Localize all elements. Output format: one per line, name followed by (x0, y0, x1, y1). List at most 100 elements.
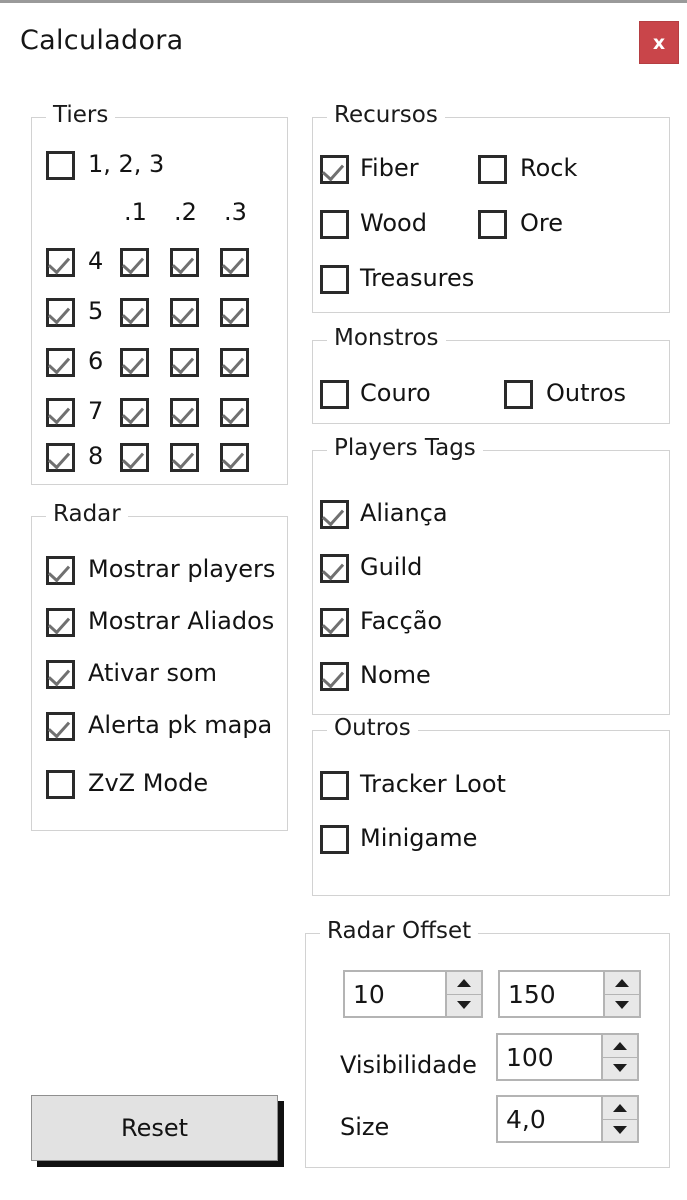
tier-5-sub-1-checkbox[interactable] (120, 298, 149, 327)
radar-offset-y-decrement-button[interactable] (605, 995, 639, 1017)
tier-4-sub-1-checkbox[interactable] (120, 248, 149, 277)
reset-button[interactable]: Reset (31, 1095, 278, 1161)
outros-tracker-loot-checkbox[interactable] (320, 771, 349, 800)
chevron-down-icon (613, 1064, 627, 1073)
recursos-fiber-label: Fiber (360, 154, 419, 182)
chevron-up-icon (613, 1103, 627, 1112)
recursos-rock-label: Rock (520, 154, 578, 182)
visibilidade-value[interactable]: 100 (498, 1035, 601, 1079)
tier-7-sub-2-checkbox[interactable] (170, 398, 199, 427)
tier-4-sub-3-checkbox[interactable] (220, 248, 249, 277)
size-increment-button[interactable] (603, 1097, 637, 1120)
radar-offset-x-increment-button[interactable] (447, 972, 481, 995)
radar-alerta-pk-mapa-label: Alerta pk mapa (88, 711, 273, 739)
tier-6-sub-3-checkbox[interactable] (220, 348, 249, 377)
size-value[interactable]: 4,0 (498, 1097, 601, 1141)
chevron-down-icon (615, 1001, 629, 1010)
tier-5-label: 5 (88, 297, 104, 325)
tier-4-label: 4 (88, 247, 104, 275)
chevron-up-icon (457, 978, 471, 987)
recursos-wood-checkbox[interactable] (320, 210, 349, 239)
recursos-ore-checkbox[interactable] (478, 210, 507, 239)
tier-8-sub-3-checkbox[interactable] (220, 443, 249, 472)
tier-6-sub-2-checkbox[interactable] (170, 348, 199, 377)
monstros-outros-checkbox[interactable] (504, 380, 533, 409)
radar-offset-x-spinner[interactable]: 10 (343, 970, 483, 1018)
tier-7-sub-1-checkbox[interactable] (120, 398, 149, 427)
chevron-up-icon (615, 978, 629, 987)
tier-8-sub-1-checkbox[interactable] (120, 443, 149, 472)
monstros-couro-label: Couro (360, 379, 431, 407)
players-tags-alianca-label: Aliança (360, 499, 448, 527)
players-tags-nome-label: Nome (360, 661, 431, 689)
visibilidade-spinner[interactable]: 100 (496, 1033, 639, 1081)
visibilidade-decrement-button[interactable] (603, 1058, 637, 1080)
players-tags-faccao-checkbox[interactable] (320, 608, 349, 637)
outros-group: Outros (312, 715, 670, 896)
radar-ativar-som-checkbox[interactable] (46, 660, 75, 689)
chevron-down-icon (613, 1126, 627, 1135)
tier-7-sub-3-checkbox[interactable] (220, 398, 249, 427)
radar-alerta-pk-mapa-checkbox[interactable] (46, 712, 75, 741)
monstros-outros-label: Outros (546, 379, 627, 407)
size-stepper[interactable] (601, 1097, 637, 1141)
title-bar: Calculadora x (0, 3, 687, 81)
tier-6-sub-1-checkbox[interactable] (120, 348, 149, 377)
radar-zvz-mode-label: ZvZ Mode (88, 769, 209, 797)
radar-ativar-som-label: Ativar som (88, 659, 218, 687)
recursos-ore-label: Ore (520, 209, 563, 237)
monstros-couro-checkbox[interactable] (320, 380, 349, 409)
tier-8-label: 8 (88, 442, 104, 470)
close-button[interactable]: x (639, 21, 679, 64)
window-title: Calculadora (20, 25, 184, 56)
players-tags-alianca-checkbox[interactable] (320, 500, 349, 529)
outros-minigame-label: Minigame (360, 824, 478, 852)
radar-mostrar-aliados-label: Mostrar Aliados (88, 607, 275, 635)
tier-4-base-checkbox[interactable] (46, 248, 75, 277)
radar-offset-y-increment-button[interactable] (605, 972, 639, 995)
players-tags-legend: Players Tags (327, 435, 483, 461)
tier-col-header-3: .3 (224, 198, 247, 226)
tier-7-base-checkbox[interactable] (46, 398, 75, 427)
tiers-legend: Tiers (46, 102, 116, 128)
recursos-wood-label: Wood (360, 209, 427, 237)
visibilidade-label: Visibilidade (340, 1051, 477, 1079)
radar-offset-x-decrement-button[interactable] (447, 995, 481, 1017)
tier-8-sub-2-checkbox[interactable] (170, 443, 199, 472)
recursos-legend: Recursos (327, 102, 445, 128)
visibilidade-stepper[interactable] (601, 1035, 637, 1079)
players-tags-nome-checkbox[interactable] (320, 662, 349, 691)
tier-5-base-checkbox[interactable] (46, 298, 75, 327)
tier-4-sub-2-checkbox[interactable] (170, 248, 199, 277)
tier-5-sub-2-checkbox[interactable] (170, 298, 199, 327)
radar-zvz-mode-checkbox[interactable] (46, 770, 75, 799)
radar-mostrar-players-checkbox[interactable] (46, 556, 75, 585)
size-decrement-button[interactable] (603, 1120, 637, 1142)
tier-6-label: 6 (88, 347, 104, 375)
tier-8-base-checkbox[interactable] (46, 443, 75, 472)
tier-6-base-checkbox[interactable] (46, 348, 75, 377)
chevron-up-icon (613, 1041, 627, 1050)
radar-offset-y-spinner[interactable]: 150 (498, 970, 641, 1018)
outros-minigame-checkbox[interactable] (320, 825, 349, 854)
recursos-treasures-checkbox[interactable] (320, 265, 349, 294)
radar-offset-x-stepper[interactable] (445, 972, 481, 1016)
outros-tracker-loot-label: Tracker Loot (360, 770, 506, 798)
radar-offset-y-value[interactable]: 150 (500, 972, 603, 1016)
radar-mostrar-aliados-checkbox[interactable] (46, 608, 75, 637)
tier-5-sub-3-checkbox[interactable] (220, 298, 249, 327)
radar-offset-x-value[interactable]: 10 (345, 972, 445, 1016)
players-tags-guild-checkbox[interactable] (320, 554, 349, 583)
tier-master-checkbox[interactable] (46, 151, 75, 180)
calculator-window: Calculadora x Tiers 1, 2, 3 .1 .2 .3 4 5… (0, 0, 687, 1200)
tier-7-label: 7 (88, 397, 104, 425)
recursos-fiber-checkbox[interactable] (320, 155, 349, 184)
radar-mostrar-players-label: Mostrar players (88, 555, 276, 583)
size-spinner[interactable]: 4,0 (496, 1095, 639, 1143)
visibilidade-increment-button[interactable] (603, 1035, 637, 1058)
recursos-rock-checkbox[interactable] (478, 155, 507, 184)
radar-legend: Radar (46, 501, 128, 527)
outros-legend: Outros (327, 715, 418, 741)
radar-offset-y-stepper[interactable] (603, 972, 639, 1016)
tier-col-header-1: .1 (124, 198, 147, 226)
